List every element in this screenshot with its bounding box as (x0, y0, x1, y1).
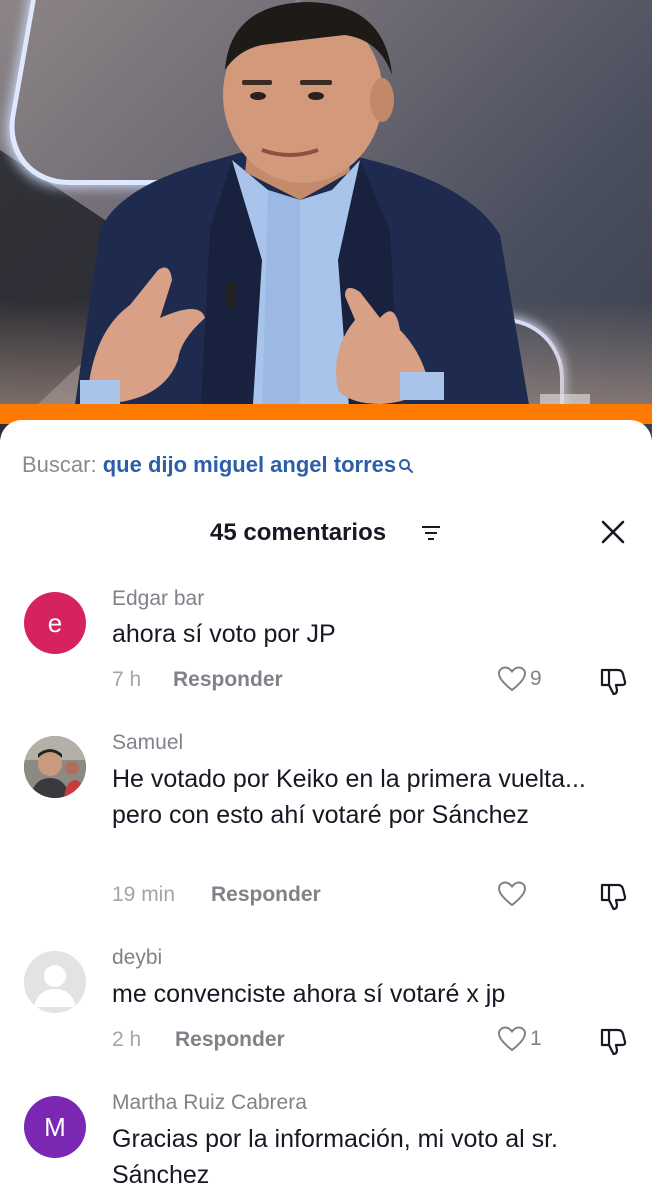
comment-username[interactable]: Edgar bar (112, 586, 204, 612)
dislike-button[interactable] (598, 879, 630, 911)
avatar-photo (24, 736, 86, 798)
avatar[interactable]: e (24, 592, 86, 654)
comment-text: He votado por Keiko en la primera vuelta… (112, 765, 586, 829)
close-icon[interactable] (598, 517, 628, 547)
like-button[interactable]: 1 (497, 1025, 557, 1055)
reply-button[interactable]: Responder (173, 666, 283, 694)
sort-icon[interactable] (421, 524, 441, 547)
like-button[interactable]: 9 (497, 665, 557, 695)
dislike-button[interactable] (598, 1024, 630, 1056)
heart-icon (497, 881, 527, 907)
thumbs-down-icon (600, 668, 627, 696)
search-label: Buscar: (22, 452, 97, 477)
comment-time: 7 h (112, 668, 142, 691)
like-button[interactable] (497, 880, 557, 910)
comment-text: ahora sí voto por JP (112, 620, 336, 648)
video-frame-speaker (70, 2, 590, 440)
thumbs-down-icon (600, 883, 627, 911)
search-icon[interactable] (398, 452, 414, 482)
avatar[interactable] (24, 736, 86, 798)
comment-username[interactable]: Martha Ruiz Cabrera (112, 1090, 307, 1116)
comments-sheet: Buscar: que dijo miguel angel torres 45 … (0, 420, 652, 1200)
avatar[interactable] (24, 951, 86, 1013)
comment-count: 45 comentarios (210, 519, 387, 546)
comment-username[interactable]: deybi (112, 945, 162, 971)
avatar[interactable]: M (24, 1096, 86, 1158)
default-avatar-icon (24, 951, 86, 1013)
comments-header: 45 comentarios (0, 516, 652, 552)
thumbs-down-icon (600, 1028, 627, 1056)
reply-button[interactable]: Responder (211, 881, 321, 909)
comment-text: Gracias por la información, mi voto al s… (112, 1125, 558, 1189)
comment-time: 19 min (112, 883, 176, 906)
reply-button[interactable]: Responder (175, 1026, 285, 1054)
comment-time: 2 h (112, 1028, 142, 1051)
dislike-button[interactable] (598, 664, 630, 696)
comment-username[interactable]: Samuel (112, 730, 183, 756)
like-count: 9 (530, 667, 542, 690)
video-player[interactable] (0, 0, 652, 440)
comment-text: me convenciste ahora sí votaré x jp (112, 980, 506, 1008)
search-query-link[interactable]: que dijo miguel angel torres (103, 452, 396, 477)
like-count: 1 (530, 1027, 542, 1050)
heart-icon (497, 666, 527, 692)
heart-icon (497, 1026, 527, 1052)
search-suggestion[interactable]: Buscar: que dijo miguel angel torres (22, 450, 414, 482)
